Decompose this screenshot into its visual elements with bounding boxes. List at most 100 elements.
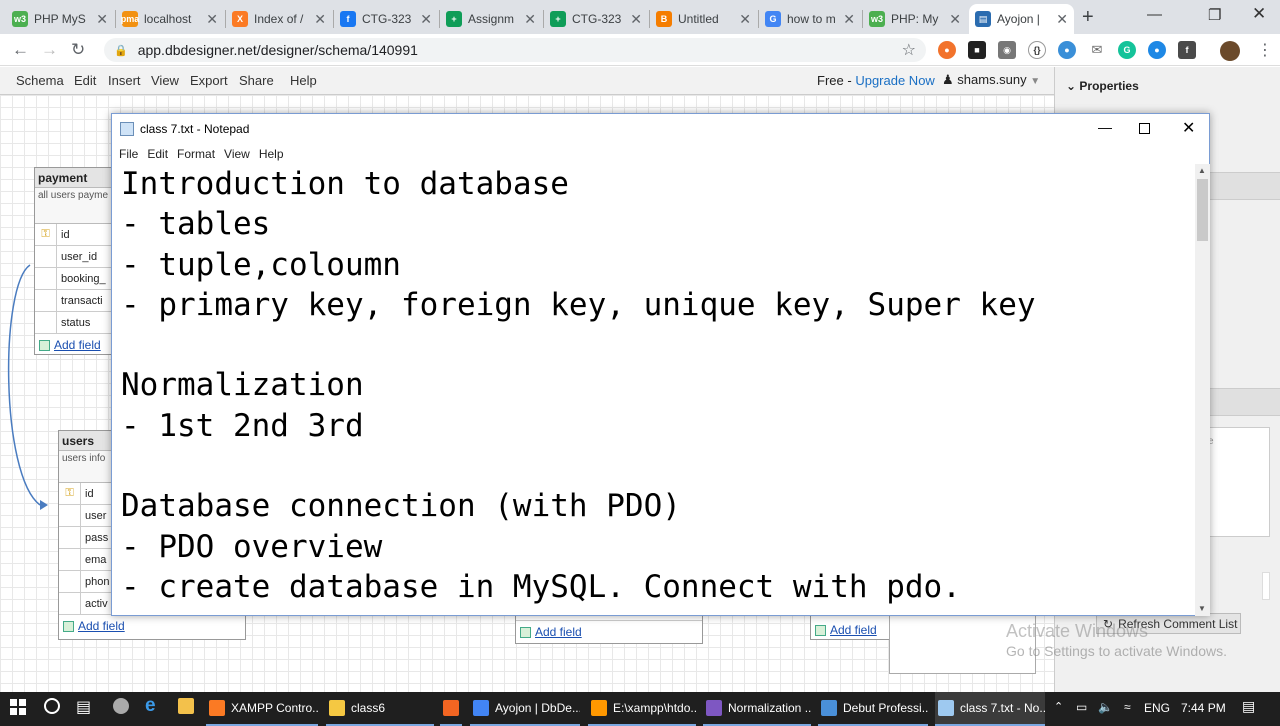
back-icon[interactable]: ← [12, 40, 29, 60]
browser-tab[interactable]: pma localhost ✕ [116, 4, 224, 34]
browser-tab[interactable]: Ghow to m ✕ [759, 4, 861, 34]
user-menu[interactable]: ♟ shams.suny ▼ [942, 72, 1040, 88]
extension-blue-icon[interactable]: ● [1148, 41, 1166, 59]
tab-close-icon[interactable]: ✕ [420, 11, 432, 28]
pinned-app-icon[interactable] [113, 698, 129, 714]
volume-muted-icon[interactable]: 🔈 [1098, 700, 1113, 714]
table-row[interactable]: status [35, 311, 113, 334]
browser-tab[interactable]: ▤ Ayojon | ✕ [969, 4, 1074, 34]
tab-close-icon[interactable]: ✕ [949, 11, 961, 28]
taskbar-item[interactable]: Normalization ... [703, 692, 811, 726]
windows-start-icon[interactable] [10, 699, 26, 715]
app-menu-insert[interactable]: Insert [108, 73, 141, 88]
app-menu-export[interactable]: Export [190, 73, 228, 88]
tab-close-icon[interactable]: ✕ [96, 11, 108, 28]
table-row[interactable]: user_id [35, 245, 113, 268]
address-bar[interactable]: 🔒 app.dbdesigner.net/designer/schema/140… [104, 38, 926, 62]
language-indicator[interactable]: ENG [1144, 701, 1170, 715]
app-menu-schema[interactable]: Schema [16, 73, 64, 88]
browser-menu-icon[interactable]: ⋮ [1257, 40, 1273, 60]
bookmark-star-icon[interactable]: ☆ [902, 40, 916, 60]
notepad-close-icon[interactable]: ✕ [1182, 118, 1195, 138]
notepad-menu-help[interactable]: Help [259, 147, 284, 161]
add-field-link[interactable]: Add field [811, 619, 890, 641]
taskbar-item[interactable] [440, 692, 462, 726]
close-window-icon[interactable]: ✕ [1252, 4, 1266, 24]
taskbar-item[interactable]: Debut Professi... [818, 692, 928, 726]
scroll-up-icon[interactable]: ▲ [1198, 166, 1206, 175]
taskbar-item[interactable]: E:\xampp\htdo... [588, 692, 696, 726]
tab-close-icon[interactable]: ✕ [843, 11, 855, 28]
app-menu-help[interactable]: Help [290, 73, 317, 88]
extension-globe-icon[interactable]: ● [1058, 41, 1076, 59]
minimize-icon[interactable]: — [1147, 6, 1162, 23]
extension-badge-icon[interactable]: ■ [968, 41, 986, 59]
app-menu-share[interactable]: Share [239, 73, 274, 88]
app-menu-edit[interactable]: Edit [74, 73, 96, 88]
table-row[interactable]: ⚿ id [35, 223, 113, 246]
notepad-menu-file[interactable]: File [119, 147, 138, 161]
tab-close-icon[interactable]: ✕ [314, 11, 326, 28]
scroll-thumb[interactable] [1197, 179, 1208, 241]
reload-icon[interactable]: ↻ [71, 40, 85, 60]
tray-chevron-icon[interactable]: ⌃ [1054, 700, 1063, 713]
notepad-text-area[interactable]: Introduction to database - tables - tuple,… [121, 164, 1196, 616]
panel-scrollbar[interactable] [1262, 572, 1270, 600]
new-tab-button[interactable]: + [1082, 6, 1094, 29]
tab-close-icon[interactable]: ✕ [206, 11, 218, 28]
grammarly-icon[interactable]: G [1118, 41, 1136, 59]
upgrade-link[interactable]: Upgrade Now [855, 73, 935, 88]
wifi-icon[interactable]: ≈ [1124, 700, 1131, 714]
edge-icon[interactable]: e [145, 695, 156, 717]
table-row[interactable]: booking_ [35, 267, 113, 290]
notepad-minimize-icon[interactable]: — [1098, 119, 1112, 135]
tab-close-icon[interactable]: ✕ [524, 11, 536, 28]
browser-tab[interactable]: w3 PHP MyS ✕ [6, 4, 114, 34]
camera-icon[interactable]: ◉ [998, 41, 1016, 59]
taskbar-item[interactable]: XAMPP Contro... [206, 692, 318, 726]
clock[interactable]: 7:44 PM [1181, 701, 1226, 715]
tab-close-icon[interactable]: ✕ [1056, 11, 1068, 28]
browser-tab[interactable]: X Index of / ✕ [226, 4, 332, 34]
search-icon[interactable] [44, 698, 60, 714]
scroll-down-icon[interactable]: ▼ [1198, 604, 1206, 613]
task-view-icon[interactable]: ▤ [76, 697, 91, 717]
taskbar-item[interactable]: class 7.txt - No... [935, 692, 1045, 726]
file-explorer-icon[interactable] [178, 698, 194, 714]
notepad-window[interactable]: class 7.txt - Notepad — ✕ File Edit Format… [111, 113, 1210, 616]
forward-icon[interactable]: → [41, 40, 58, 60]
taskbar-item[interactable]: class6 [326, 692, 434, 726]
properties-header[interactable]: ⌄ Properties [1066, 79, 1139, 93]
taskbar-item[interactable]: Ayojon | DbDe... [470, 692, 580, 726]
browser-tab[interactable]: + CTG-323 ✕ [544, 4, 648, 34]
facebook-ext-icon[interactable]: f [1178, 41, 1196, 59]
comment-textarea[interactable]: e [1205, 427, 1270, 537]
table-row[interactable]: transacti [35, 289, 113, 312]
browser-tab[interactable]: f CTG-323 ✕ [334, 4, 438, 34]
extension-fire-icon[interactable]: ● [938, 41, 956, 59]
text-line: - tables [121, 206, 271, 243]
add-field-link[interactable]: Add field [35, 334, 113, 356]
add-field-link[interactable]: Add field [516, 621, 702, 643]
tab-close-icon[interactable]: ✕ [630, 11, 642, 28]
notepad-vertical-scrollbar[interactable]: ▲ ▼ [1195, 164, 1210, 616]
app-menu-view[interactable]: View [151, 73, 179, 88]
payment-table[interactable]: payment all users payme ⚿ id user_id bookin… [34, 167, 114, 355]
notifications-icon[interactable]: ▤ [1242, 698, 1255, 715]
browser-tab[interactable]: B Untitled ✕ [650, 4, 757, 34]
tab-close-icon[interactable]: ✕ [739, 11, 751, 28]
browser-tab[interactable]: w3 PHP: My ✕ [863, 4, 967, 34]
battery-icon[interactable]: ▭ [1076, 700, 1087, 714]
notepad-menu-edit[interactable]: Edit [147, 147, 168, 161]
add-field-link[interactable]: Add field [59, 615, 245, 637]
browser-tab[interactable]: + Assignm ✕ [440, 4, 542, 34]
notepad-menu-view[interactable]: View [224, 147, 250, 161]
notepad-titlebar[interactable]: class 7.txt - Notepad — ✕ [112, 114, 1209, 144]
profile-avatar[interactable] [1220, 41, 1240, 61]
extension-braces-icon[interactable]: {} [1028, 41, 1046, 59]
restore-icon[interactable]: ❐ [1208, 6, 1221, 24]
notepad-maximize-icon[interactable] [1139, 123, 1150, 134]
table-name[interactable]: payment [35, 168, 113, 188]
notepad-menu-format[interactable]: Format [177, 147, 215, 161]
mail-icon[interactable]: ✉ [1088, 41, 1106, 59]
